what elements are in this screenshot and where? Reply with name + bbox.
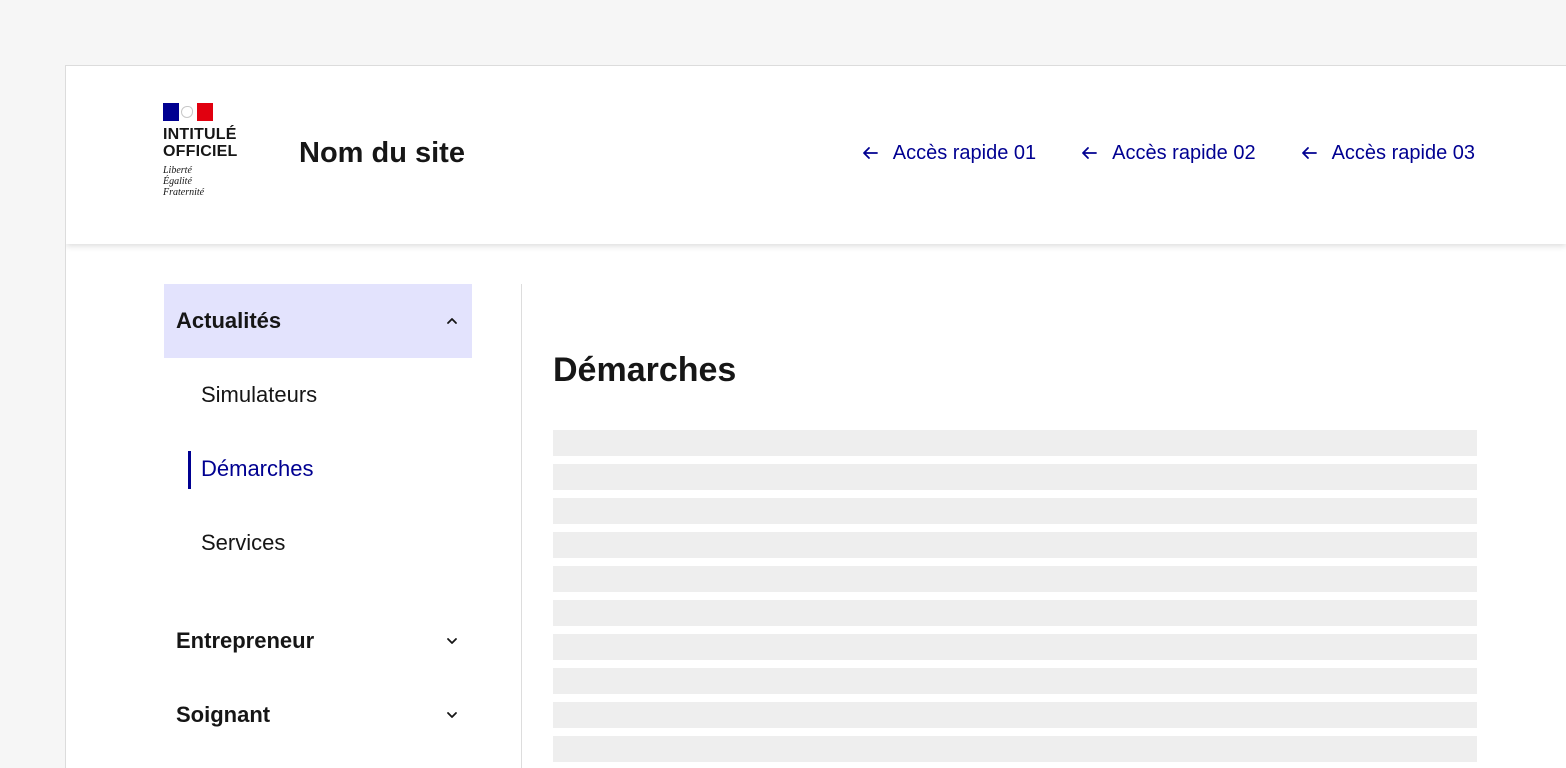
- government-logo[interactable]: INTITULÉ OFFICIEL Liberté Égalité Frater…: [163, 103, 273, 198]
- quick-link-02[interactable]: Accès rapide 02: [1080, 141, 1256, 165]
- site-title[interactable]: Nom du site: [299, 136, 465, 170]
- sidemenu-item-services[interactable]: Services: [164, 506, 472, 580]
- placeholder-line: [553, 600, 1477, 626]
- placeholder-line: [553, 566, 1477, 592]
- current-page-indicator: [188, 451, 191, 489]
- logo-title-line-1: INTITULÉ: [163, 126, 237, 143]
- sidemenu-spacer: [164, 580, 472, 604]
- page-title: Démarches: [553, 351, 737, 389]
- sidemenu-item-simulateurs[interactable]: Simulateurs: [164, 358, 472, 432]
- sidemenu-divider: [521, 284, 522, 768]
- placeholder-line: [553, 634, 1477, 660]
- placeholder-line: [553, 702, 1477, 728]
- logo-title-line-2: OFFICIEL: [163, 143, 238, 160]
- sidemenu-section-label: Entrepreneur: [176, 628, 315, 653]
- sidemenu-item-label: Services: [201, 530, 286, 555]
- motto-fraternite: Fraternité: [163, 187, 205, 198]
- motto-egalite: Égalité: [163, 176, 192, 187]
- page-frame: INTITULÉ OFFICIEL Liberté Égalité Frater…: [65, 65, 1566, 768]
- chevron-down-icon: [447, 638, 457, 644]
- sidemenu-section-entrepreneur[interactable]: Entrepreneur: [164, 604, 472, 678]
- placeholder-line: [553, 430, 1477, 456]
- placeholder-line: [553, 736, 1477, 762]
- placeholder-line: [553, 532, 1477, 558]
- sidemenu-item-label: Simulateurs: [201, 382, 318, 407]
- sidemenu-item-label: Démarches: [201, 456, 314, 481]
- sidemenu-item-demarches[interactable]: Démarches: [164, 432, 472, 506]
- placeholder-line: [553, 464, 1477, 490]
- arrow-left-icon: [862, 147, 878, 159]
- logo-motto: Liberté Égalité Fraternité: [163, 165, 273, 198]
- placeholder-line: [553, 498, 1477, 524]
- sidemenu-section-soignant[interactable]: Soignant: [164, 678, 472, 752]
- marianne-flag-icon: [163, 103, 213, 121]
- arrow-left-icon: [1301, 147, 1317, 159]
- content-placeholder: [553, 430, 1477, 762]
- sidemenu-section-label: Soignant: [176, 702, 271, 727]
- quick-link-01[interactable]: Accès rapide 01: [861, 141, 1036, 165]
- main-content: Démarches: [553, 350, 1477, 768]
- arrow-left-icon: [1082, 147, 1098, 159]
- sidemenu-section-label: Actualités: [176, 308, 282, 333]
- quick-link-label: Accès rapide 03: [1331, 142, 1475, 164]
- side-menu: Actualités Simulateurs Démarches Service…: [164, 284, 472, 752]
- chevron-up-icon: [447, 318, 457, 324]
- site-header: INTITULÉ OFFICIEL Liberté Égalité Frater…: [66, 66, 1566, 244]
- quick-link-03[interactable]: Accès rapide 03: [1300, 141, 1475, 165]
- placeholder-line: [553, 668, 1477, 694]
- quick-access-links: Accès rapide 01 Accès rapide 02 Accès ra…: [861, 141, 1475, 165]
- quick-link-label: Accès rapide 02: [1112, 142, 1256, 164]
- quick-link-label: Accès rapide 01: [892, 142, 1037, 164]
- sidemenu-section-actualites[interactable]: Actualités: [164, 284, 472, 358]
- motto-liberte: Liberté: [163, 165, 192, 176]
- chevron-down-icon: [447, 712, 457, 718]
